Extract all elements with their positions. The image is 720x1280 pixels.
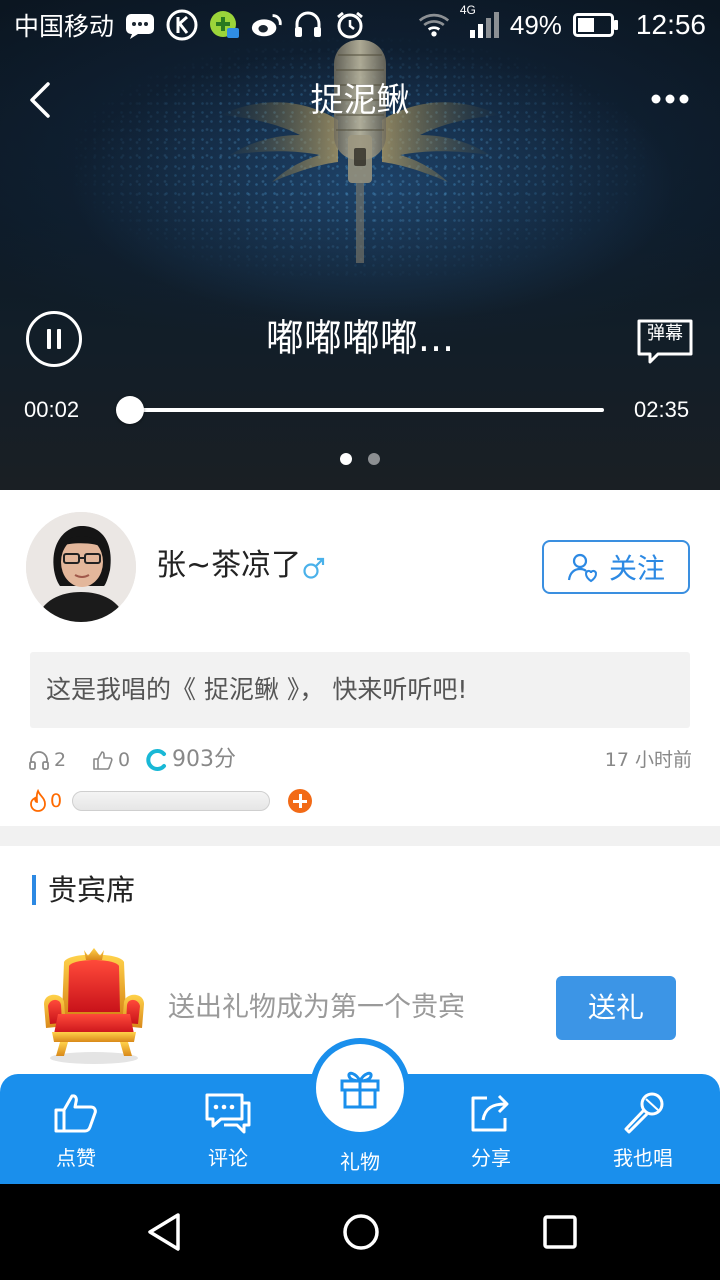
share-label: 分享 [471,1146,511,1170]
app-root: 中国移动 4G 49% 12:56 捉泥鳅 嘟嘟嘟嘟... 弹幕 00:02 0… [0,0,720,1280]
headset-icon [292,9,324,41]
like-button[interactable]: 点赞 [21,1090,131,1174]
system-back-icon[interactable] [142,1210,186,1254]
like-count: 0 [92,744,130,776]
follow-user-icon [567,553,597,583]
progress-slider[interactable] [116,396,604,424]
plus-app-icon [208,9,240,41]
wifi-icon [418,9,450,41]
comment-button[interactable]: 评论 [173,1090,283,1174]
score-value: 903分 [172,747,236,772]
microphone-icon [624,1092,664,1134]
gift-button[interactable] [310,1038,410,1138]
listen-count: 2 [28,744,66,776]
network-type-label: 4G [459,3,476,17]
share-button[interactable]: 分享 [436,1090,546,1174]
battery-percent: 49% [509,9,562,40]
heat-value: 0 [50,790,63,812]
song-intro: 这是我唱的《 捉泥鳅 》， 快来听听吧! [30,652,690,728]
danmu-button[interactable]: 弹幕 [636,318,694,364]
sing-too-label: 我也唱 [613,1146,673,1170]
microphone-artwork [220,40,500,263]
avatar-photo [26,512,136,622]
send-gift-button[interactable]: 送礼 [556,976,676,1040]
signal-icon: 4G [460,3,500,41]
score-c-icon [146,749,166,771]
heat-progress-bar [72,791,270,811]
gift-icon [340,1071,380,1109]
thumbs-up-icon [54,1094,97,1133]
page-dot [368,453,380,465]
comment-label: 评论 [208,1146,248,1170]
pause-button[interactable] [26,311,82,367]
more-button[interactable] [644,84,696,114]
gift-label: 礼物 [340,1150,380,1174]
like-count-value: 0 [118,749,131,771]
status-bar: 中国移动 4G 49% 12:56 [0,0,720,50]
total-time: 02:35 [634,397,690,422]
lyric-line: 嘟嘟嘟嘟... [265,316,455,360]
page-title: 捉泥鳅 [310,80,410,119]
carrier-label: 中国移动 [14,12,115,41]
alarm-icon [334,9,366,41]
singer-name[interactable]: 张~茶凉了 [156,546,301,586]
listen-count-value: 2 [54,749,67,771]
sing-too-button[interactable]: 我也唱 [588,1090,698,1174]
current-time: 00:02 [24,397,80,422]
system-recents-icon[interactable] [538,1210,582,1254]
vip-title-accent [32,875,36,905]
vip-section-title: 贵宾席 [48,873,136,907]
stats-row: 2 0 903分 17 小时前 [28,744,692,776]
posted-time: 17 小时前 [604,749,692,771]
fire-icon [30,789,46,812]
male-gender-icon [303,557,325,579]
throne-icon [44,948,144,1064]
message-icon [124,9,156,41]
add-heat-button[interactable] [288,789,312,813]
thumbs-up-icon [93,751,113,770]
more-dots-icon [651,94,689,104]
score: 903分 [146,744,236,776]
clock: 12:56 [635,9,706,40]
follow-button[interactable]: 关注 [542,540,690,594]
follow-label: 关注 [608,552,665,585]
weibo-icon [250,9,282,41]
section-divider [0,826,720,846]
k-app-icon [166,9,198,41]
danmu-label: 弹幕 [647,323,683,344]
like-label: 点赞 [56,1146,96,1170]
headphones-icon [29,751,49,770]
avatar[interactable] [26,512,136,622]
page-indicator [0,453,720,465]
battery-icon [572,9,620,41]
chat-bubble-icon [205,1093,251,1134]
heat-row: 0 [28,788,328,814]
intro-text: 这是我唱的《 捉泥鳅 》， 快来听听吧! [46,675,468,704]
back-button[interactable] [20,78,64,122]
chevron-left-icon [30,82,50,118]
player-area[interactable]: 中国移动 4G 49% 12:56 捉泥鳅 嘟嘟嘟嘟... 弹幕 00:02 0… [0,0,720,490]
system-home-icon[interactable] [339,1210,383,1254]
share-icon [471,1094,509,1132]
page-dot [340,453,352,465]
vip-hint: 送出礼物成为第一个贵宾 [168,992,465,1023]
